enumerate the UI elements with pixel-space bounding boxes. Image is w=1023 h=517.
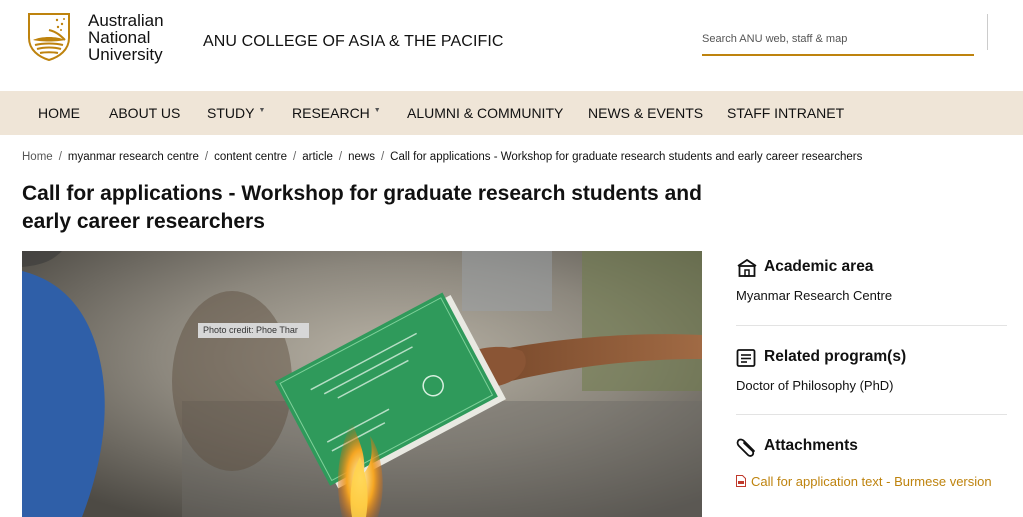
header-divider bbox=[987, 14, 988, 50]
breadcrumb-separator: / bbox=[380, 151, 385, 163]
nav-item-research[interactable]: RESEARCH ▼ bbox=[292, 91, 381, 135]
building-icon bbox=[737, 258, 757, 277]
nav-item-news-events[interactable]: NEWS & EVENTS bbox=[588, 91, 703, 135]
nav-item-home[interactable]: HOME bbox=[38, 91, 80, 135]
attachments-heading-text: Attachments bbox=[764, 437, 858, 454]
anu-crest-logo[interactable] bbox=[27, 12, 71, 62]
page-title: Call for applications - Workshop for gra… bbox=[22, 182, 702, 233]
university-name[interactable]: Australian National University bbox=[88, 12, 164, 63]
university-name-line-2: National bbox=[88, 28, 151, 47]
breadcrumb-home[interactable]: Home bbox=[22, 151, 53, 163]
nav-item-label: STAFF INTRANET bbox=[727, 105, 845, 121]
breadcrumb-current: Call for applications - Workshop for gra… bbox=[390, 151, 863, 163]
site-header: Australian National University ANU COLLE… bbox=[0, 0, 1023, 91]
nav-item-label: STUDY bbox=[207, 105, 255, 121]
main-navigation: HOME ABOUT US STUDY ▼ RESEARCH ▼ ALUMNI & … bbox=[0, 91, 1023, 135]
article-hero-image: Photo credit: Phoe Thar bbox=[22, 251, 702, 517]
breadcrumb-article[interactable]: article bbox=[302, 151, 333, 163]
nav-item-label: ABOUT US bbox=[109, 105, 181, 121]
related-programs-heading-text: Related program(s) bbox=[764, 348, 907, 365]
burning-booklet-photo bbox=[22, 251, 702, 517]
breadcrumb-myanmar-research-centre[interactable]: myanmar research centre bbox=[68, 151, 199, 163]
search-box bbox=[702, 26, 974, 56]
photo-credit-tooltip: Photo credit: Phoe Thar bbox=[198, 323, 303, 337]
nav-item-label: NEWS & EVENTS bbox=[588, 105, 704, 121]
caret-down-icon: ▼ bbox=[373, 107, 381, 114]
pdf-file-icon bbox=[736, 475, 746, 487]
document-icon bbox=[736, 349, 756, 367]
sidebar-divider bbox=[736, 414, 1007, 415]
nav-item-label: HOME bbox=[38, 105, 80, 121]
search-input[interactable] bbox=[702, 26, 972, 52]
breadcrumb-separator: / bbox=[338, 151, 343, 163]
caret-down-icon: ▼ bbox=[258, 107, 266, 114]
attachment-link-text: Call for application text - Burmese vers… bbox=[751, 474, 992, 489]
nav-item-study[interactable]: STUDY ▼ bbox=[207, 91, 265, 135]
sidebar-divider bbox=[736, 325, 1007, 326]
breadcrumb-news[interactable]: news bbox=[348, 151, 375, 163]
attachment-link-burmese-version[interactable]: Call for application text - Burmese vers… bbox=[736, 474, 992, 489]
nav-item-about-us[interactable]: ABOUT US bbox=[109, 91, 180, 135]
academic-area-heading-text: Academic area bbox=[764, 258, 874, 275]
breadcrumb-content-centre[interactable]: content centre bbox=[214, 151, 287, 163]
breadcrumb-separator: / bbox=[58, 151, 62, 163]
related-program-value[interactable]: Doctor of Philosophy (PhD) bbox=[736, 378, 894, 393]
university-name-line-1: Australian bbox=[88, 11, 164, 30]
nav-item-alumni-community[interactable]: ALUMNI & COMMUNITY bbox=[407, 91, 563, 135]
university-name-line-3: University bbox=[88, 45, 163, 64]
nav-item-label: RESEARCH bbox=[292, 105, 370, 121]
breadcrumb-separator: / bbox=[293, 151, 297, 163]
breadcrumb-separator: / bbox=[204, 151, 209, 163]
academic-area-value: Myanmar Research Centre bbox=[736, 288, 893, 303]
nav-item-staff-intranet[interactable]: STAFF INTRANET bbox=[727, 91, 844, 135]
breadcrumb: Home / myanmar research centre / content cen… bbox=[22, 151, 862, 163]
college-name-link[interactable]: ANU COLLEGE OF ASIA & THE PACIFIC bbox=[203, 33, 504, 51]
nav-item-label: ALUMNI & COMMUNITY bbox=[407, 105, 564, 121]
paperclip-icon bbox=[736, 438, 755, 457]
